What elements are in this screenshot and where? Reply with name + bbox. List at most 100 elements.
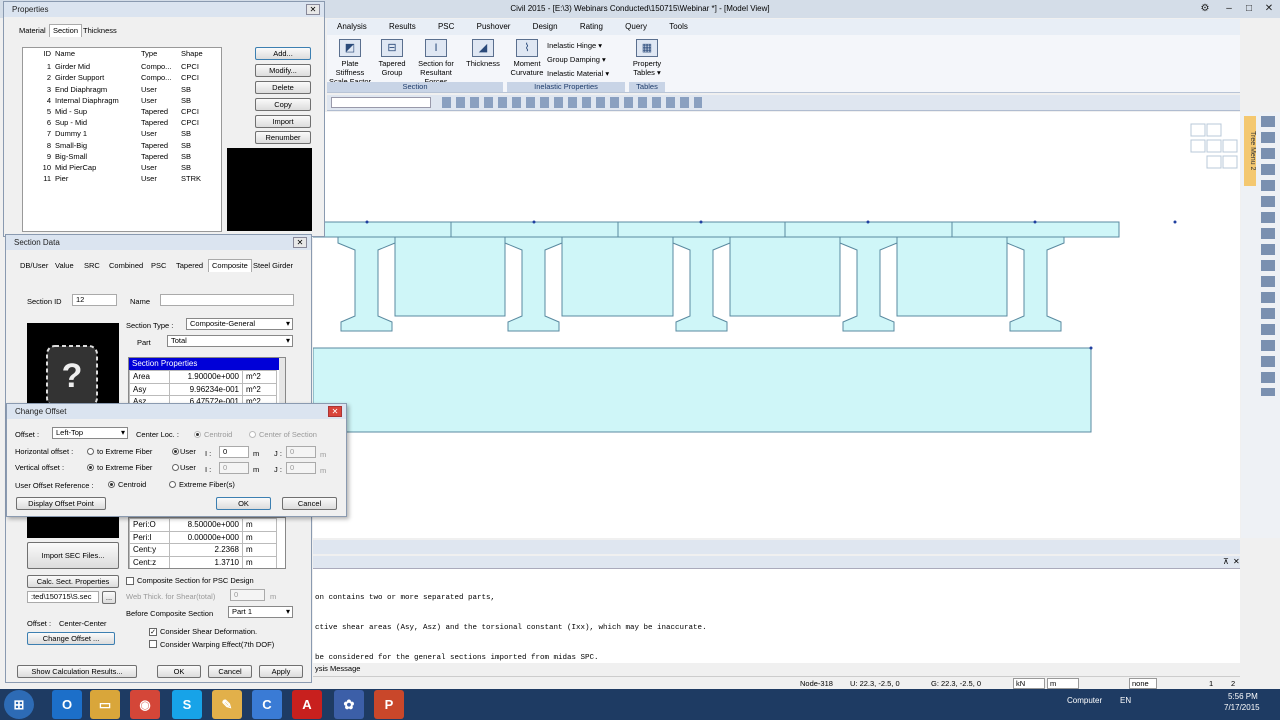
section-forces-button[interactable]: I Section for Resultant Forces [409, 39, 463, 86]
shear-deformation-checkbox[interactable]: ✓ [149, 628, 157, 636]
browse-button[interactable]: ... [102, 591, 116, 604]
length-unit-select[interactable]: m [1047, 678, 1079, 689]
ref-centroid-radio[interactable] [108, 481, 115, 488]
calc-sect-properties-button[interactable]: Calc. Sect. Properties [27, 575, 119, 588]
tab-combined[interactable]: Combined [106, 260, 146, 272]
web-thick-field[interactable]: 0 [230, 589, 265, 601]
group-damping-button[interactable]: Group Damping ▾ [547, 53, 629, 67]
tab-steel-girder[interactable]: Steel Girder [250, 260, 296, 272]
tab-thickness[interactable]: Thickness [80, 25, 120, 37]
model-view[interactable] [312, 112, 1240, 538]
paint-icon[interactable]: ✎ [212, 690, 242, 719]
composite-psc-checkbox[interactable] [126, 577, 134, 585]
props-scrollbar[interactable] [279, 358, 285, 408]
import-button[interactable]: Import [255, 115, 311, 128]
section-apply-button[interactable]: Apply [259, 665, 303, 678]
moment-curvature-button[interactable]: ⌇ Moment Curvature [509, 39, 545, 77]
message-close-icon[interactable]: ✕ [1233, 557, 1240, 566]
acrobat-icon[interactable]: A [292, 690, 322, 719]
tab-composite[interactable]: Composite [208, 259, 252, 272]
display-offset-point-button[interactable]: Display Offset Point [16, 497, 106, 510]
name-field[interactable] [160, 294, 294, 306]
table-row[interactable]: 8 Small-Big Tapered SB [23, 140, 221, 151]
lang-indicator[interactable]: EN [1120, 696, 1131, 705]
inelastic-hinge-button[interactable]: Inelastic Hinge ▾ [547, 39, 629, 53]
tab-psc[interactable]: PSC [148, 260, 169, 272]
tapered-group-button[interactable]: ⊟ Tapered Group [375, 39, 409, 77]
pin-icon[interactable]: ⊼ [1223, 557, 1229, 566]
center-section-radio[interactable] [249, 431, 256, 438]
table-row[interactable]: 6 Sup - Mid Tapered CPCI [23, 117, 221, 128]
help-icon[interactable]: ⚙ [1196, 2, 1214, 16]
table-row[interactable]: 2 Girder Support Compo... CPCI [23, 72, 221, 83]
tab-value[interactable]: Value [52, 260, 77, 272]
menu-rating[interactable]: Rating [570, 19, 613, 35]
tree-menu-2-tab[interactable]: Tree Menu 2 [1244, 116, 1256, 186]
change-offset-button[interactable]: Change Offset ... [27, 632, 115, 645]
tab-section[interactable]: Section [49, 24, 83, 37]
renumber-button[interactable]: Renumber [255, 131, 311, 144]
modify-button[interactable]: Modify... [255, 64, 311, 77]
v-j-field[interactable]: 0 [286, 462, 316, 474]
powerpoint-icon[interactable]: P [374, 690, 404, 719]
warping-checkbox[interactable] [149, 640, 157, 648]
plate-stiffness-button[interactable]: ◩ Plate Stiffness Scale Factor [327, 39, 373, 86]
table-row[interactable]: 10 Mid PierCap User SB [23, 162, 221, 173]
horizontal-scrollbar[interactable] [313, 540, 1240, 554]
h-i-field[interactable]: 0 [219, 446, 249, 458]
h-user-radio[interactable] [172, 448, 179, 455]
h-extreme-radio[interactable] [87, 448, 94, 455]
property-tables-button[interactable]: ▦ Property Tables ▾ [629, 39, 665, 77]
tab-tapered[interactable]: Tapered [173, 260, 206, 272]
tab-material[interactable]: Material [16, 25, 49, 37]
h-j-field[interactable]: 0 [286, 446, 316, 458]
copy-button[interactable]: Copy [255, 98, 311, 111]
chrome-icon[interactable]: ◉ [130, 690, 160, 719]
table-row[interactable]: 7 Dummy 1 User SB [23, 128, 221, 139]
part-select[interactable]: Total [167, 335, 293, 347]
maximize-icon[interactable]: □ [1240, 2, 1258, 16]
menu-pushover[interactable]: Pushover [467, 19, 521, 35]
import-sec-button[interactable]: Import SEC Files... [27, 542, 119, 569]
view-combo[interactable] [331, 97, 431, 108]
ref-extreme-radio[interactable] [169, 481, 176, 488]
skype-icon[interactable]: S [172, 690, 202, 719]
tab-db-user[interactable]: DB/User [17, 260, 51, 272]
v-user-radio[interactable] [172, 464, 179, 471]
change-offset-close-icon[interactable]: ✕ [328, 406, 342, 417]
minimize-icon[interactable]: – [1220, 2, 1238, 16]
menu-tools[interactable]: Tools [659, 19, 698, 35]
menu-design[interactable]: Design [523, 19, 568, 35]
none-select[interactable]: none [1129, 678, 1157, 689]
table-row[interactable]: 11 Pier User STRK [23, 173, 221, 184]
civil-icon[interactable]: C [252, 690, 282, 719]
table-row[interactable]: 9 Big-Small Tapered SB [23, 151, 221, 162]
analysis-message-tab[interactable]: ysis Message [313, 664, 360, 673]
app-icon[interactable]: ✿ [334, 690, 364, 719]
table-row[interactable]: 4 Internal Diaphragm User SB [23, 95, 221, 106]
v-i-field[interactable]: 0 [219, 462, 249, 474]
menu-results[interactable]: Results [379, 19, 426, 35]
close-icon[interactable]: ✕ [1260, 2, 1278, 16]
section-type-select[interactable]: Composite-General [186, 318, 293, 330]
start-icon[interactable]: ⊞ [4, 690, 34, 719]
show-calculation-button[interactable]: Show Calculation Results... [17, 665, 137, 678]
force-unit-select[interactable]: kN [1013, 678, 1045, 689]
table-row[interactable]: 5 Mid - Sup Tapered CPCI [23, 106, 221, 117]
inelastic-material-button[interactable]: Inelastic Material ▾ [547, 67, 629, 81]
tab-src[interactable]: SRC [81, 260, 103, 272]
v-extreme-radio[interactable] [87, 464, 94, 471]
table-row[interactable]: 1 Girder Mid Compo... CPCI [23, 61, 221, 72]
centroid-radio[interactable] [194, 431, 201, 438]
section-data-close-icon[interactable]: ✕ [293, 237, 307, 248]
view-toolbar-icons[interactable] [442, 97, 702, 108]
section-ok-button[interactable]: OK [157, 665, 201, 678]
offset-type-select[interactable]: Left-Top [52, 427, 128, 439]
thickness-button[interactable]: ◢ Thickness [465, 39, 501, 68]
properties-close-icon[interactable]: ✕ [306, 4, 320, 15]
computer-label[interactable]: Computer [1067, 696, 1102, 705]
table-row[interactable]: 3 End Diaphragm User SB [23, 84, 221, 95]
add-button[interactable]: Add... [255, 47, 311, 60]
section-id-field[interactable]: 12 [72, 294, 117, 306]
menu-analysis[interactable]: Analysis [327, 19, 377, 35]
